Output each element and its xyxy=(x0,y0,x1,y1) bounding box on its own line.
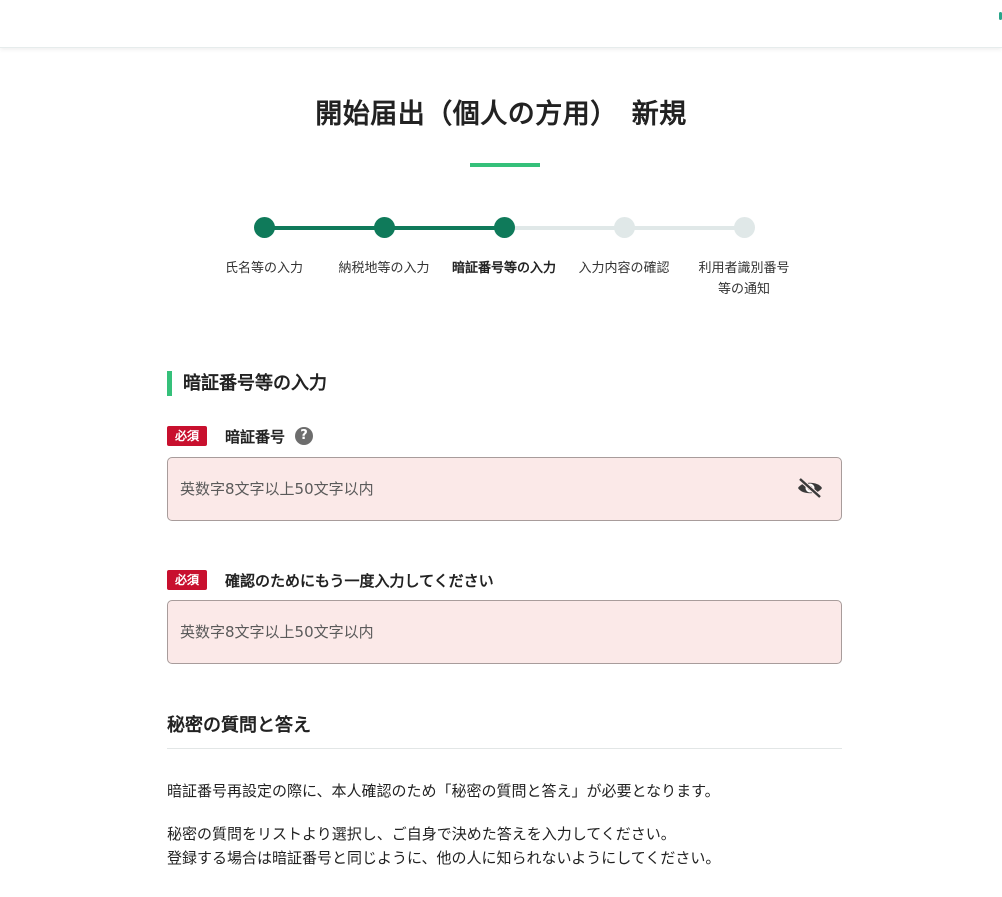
step-dot-2 xyxy=(374,217,395,238)
pin-label: 暗証番号 xyxy=(225,427,286,446)
pin-confirm-label: 確認のためにもう一度入力してください xyxy=(225,571,494,590)
step-label-2: 納税地等の入力 xyxy=(338,261,430,276)
step-dot-1 xyxy=(254,217,275,238)
step-label-5: 利用者識別番号 等の通知 xyxy=(684,258,804,300)
step-label-5-line2: 等の通知 xyxy=(717,282,770,297)
secret-intro-text: 暗証番号再設定の際に、本人確認のため「秘密の質問と答え」が必要となります。 xyxy=(167,782,720,800)
title-underline xyxy=(470,163,540,167)
step-dot-5 xyxy=(734,217,755,238)
pin-label-row: 必須 暗証番号 ? xyxy=(167,425,314,447)
secret-instruction-line1: 秘密の質問をリストより選択し、ご自身で決めた答えを入力してください。 xyxy=(167,825,676,843)
question-circle-icon[interactable]: ? xyxy=(295,427,314,445)
page-title: 開始届出（個人の方用） 新規 xyxy=(315,99,687,130)
eye-slash-icon-graphic xyxy=(798,477,822,499)
required-badge: 必須 xyxy=(167,426,207,446)
step-dot-3 xyxy=(494,217,515,238)
step-label-4: 入力内容の確認 xyxy=(578,261,670,276)
step-dot-4 xyxy=(614,217,635,238)
top-header-bar xyxy=(0,0,1002,48)
secret-instruction-line2: 登録する場合は暗証番号と同じように、他の人に知られないようにしてください。 xyxy=(167,849,721,867)
section-divider xyxy=(167,748,842,749)
pin-input[interactable] xyxy=(167,457,842,521)
step-label-5-line1: 利用者識別番号 xyxy=(698,261,790,276)
required-badge: 必須 xyxy=(167,570,207,590)
eye-slash-icon[interactable] xyxy=(796,476,824,500)
secret-question-title: 秘密の質問と答え xyxy=(167,715,311,736)
step-label-3: 暗証番号等の入力 xyxy=(451,261,556,276)
section-title: 暗証番号等の入力 xyxy=(167,371,327,396)
pin-confirm-label-row: 必須 確認のためにもう一度入力してください xyxy=(167,569,494,591)
step-label-1: 氏名等の入力 xyxy=(224,261,303,276)
pin-confirm-input[interactable] xyxy=(167,600,842,664)
